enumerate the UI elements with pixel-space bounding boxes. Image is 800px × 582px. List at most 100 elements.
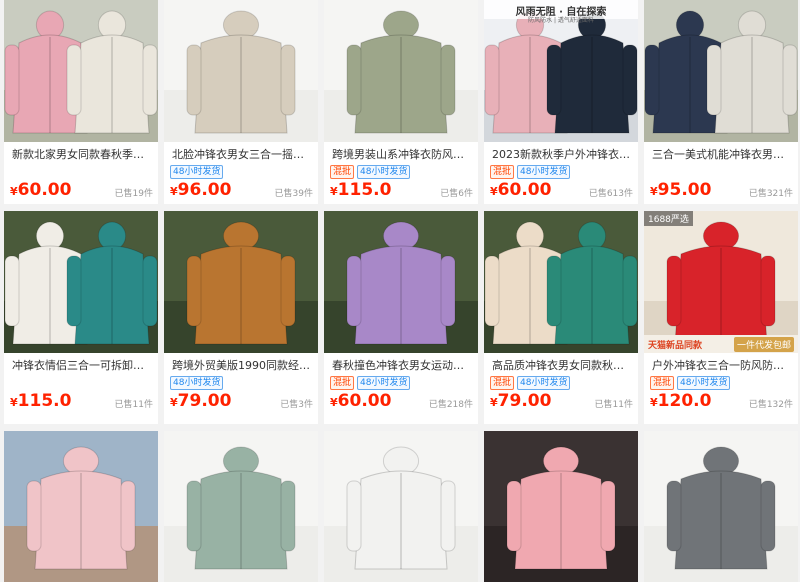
product-photo: [644, 211, 798, 353]
product-image[interactable]: 1688严选 天猫新品同款 一件代发包邮: [644, 211, 798, 353]
currency-symbol: ¥: [490, 185, 498, 198]
ship-48h-tag: 48小时发货: [517, 165, 571, 179]
product-card[interactable]: 风雨无阻 · 自在探索防风防水 | 透气舒适面料 2023新款秋季户外冲锋衣单冲.…: [484, 0, 638, 204]
ship-48h-tag: 48小时发货: [357, 376, 411, 390]
product-image[interactable]: 风雨无阻 · 自在探索 防风防水 | 透气舒适面料: [484, 0, 638, 142]
product-card[interactable]: 北脸冲锋衣男女三合一摇粒绒... 48小时发货 ¥96.00 已售39件: [164, 0, 318, 204]
mixed-batch-tag: 混批: [490, 165, 515, 179]
product-image[interactable]: [484, 431, 638, 582]
product-tags: 混批 48小时发货: [330, 376, 411, 390]
mixed-batch-tag: 混批: [330, 376, 355, 390]
product-photo: [324, 211, 478, 353]
ship-48h-tag: 48小时发货: [677, 376, 731, 390]
product-image[interactable]: [644, 431, 798, 582]
sold-count: 已售11件: [114, 400, 153, 410]
product-card[interactable]: 春秋撞色冲锋衣男女运动户外... 混批 48小时发货 ¥60.00 已售218件: [324, 211, 478, 424]
ship-48h-tag: 48小时发货: [170, 165, 224, 179]
product-title[interactable]: 新款北家男女同款春秋季新款...: [12, 148, 154, 162]
product-card[interactable]: [484, 431, 638, 582]
product-image[interactable]: [324, 211, 478, 353]
product-card[interactable]: [644, 431, 798, 582]
product-tags: 48小时发货: [170, 165, 224, 179]
product-price: ¥79.00: [490, 391, 551, 411]
image-subslogan: 防风防水 | 透气舒适面料: [528, 17, 594, 24]
product-title[interactable]: 高品质冲锋衣男女同款秋冬季...: [492, 359, 634, 373]
product-image[interactable]: [324, 0, 478, 142]
ship-48h-tag: 48小时发货: [517, 376, 571, 390]
product-photo: [644, 0, 798, 142]
product-image[interactable]: [484, 211, 638, 353]
product-photo: [164, 0, 318, 142]
product-photo: [484, 431, 638, 582]
product-image[interactable]: [164, 211, 318, 353]
price-value: 115.0: [337, 180, 392, 200]
product-title[interactable]: 北脸冲锋衣男女三合一摇粒绒...: [172, 148, 314, 162]
currency-symbol: ¥: [330, 396, 338, 409]
ship-48h-tag: 48小时发货: [357, 165, 411, 179]
currency-symbol: ¥: [650, 396, 658, 409]
product-image[interactable]: [4, 431, 158, 582]
product-image[interactable]: [644, 0, 798, 142]
currency-symbol: ¥: [10, 396, 18, 409]
product-image[interactable]: [4, 211, 158, 353]
product-title[interactable]: 跨境男装山系冲锋衣防风防水...: [332, 148, 474, 162]
product-card[interactable]: 冲锋衣情侣三合一可拆卸抓绒... ¥115.0 已售11件: [4, 211, 158, 424]
price-value: 95.00: [657, 180, 712, 200]
sold-count: 已售19件: [114, 189, 153, 199]
product-title[interactable]: 春秋撞色冲锋衣男女运动户外...: [332, 359, 474, 373]
product-photo: [324, 431, 478, 582]
product-price: ¥120.0: [650, 391, 711, 411]
product-card[interactable]: [164, 431, 318, 582]
product-image[interactable]: [164, 0, 318, 142]
product-grid: 新款北家男女同款春秋季新款... ¥60.00 已售19件 北脸冲锋衣男女三合一摇粒…: [0, 0, 800, 582]
product-card[interactable]: 1688严选 天猫新品同款 一件代发包邮 户外冲锋衣三合一防风防水防... 混批 4…: [644, 211, 798, 424]
currency-symbol: ¥: [170, 185, 178, 198]
badge-1688: 1688严选: [644, 211, 693, 226]
product-photo: [4, 211, 158, 353]
product-photo: [164, 431, 318, 582]
sold-count: 已售321件: [748, 189, 793, 199]
sold-count: 已售11件: [594, 400, 633, 410]
product-card[interactable]: 高品质冲锋衣男女同款秋冬季... 混批 48小时发货 ¥79.00 已售11件: [484, 211, 638, 424]
product-card[interactable]: 跨境男装山系冲锋衣防风防水... 混批 48小时发货 ¥115.0 已售6件: [324, 0, 478, 204]
product-price: ¥115.0: [10, 391, 71, 411]
mixed-batch-tag: 混批: [490, 376, 515, 390]
product-title[interactable]: 三合一美式机能冲锋衣男女套男...: [652, 148, 794, 162]
product-card[interactable]: 跨境外贸美版1990同款经典冲... 48小时发货¥79.00 已售3件: [164, 211, 318, 424]
product-photo: [484, 211, 638, 353]
price-value: 120.0: [657, 391, 712, 411]
sold-count: 已售6件: [440, 189, 473, 199]
product-image[interactable]: [164, 431, 318, 582]
sold-count: 已售39件: [274, 189, 313, 199]
product-title[interactable]: 跨境外贸美版1990同款经典冲...: [172, 359, 314, 373]
product-price: ¥60.00: [330, 391, 391, 411]
product-image[interactable]: [4, 0, 158, 142]
product-price: ¥60.00: [10, 180, 71, 200]
sold-count: 已售3件: [280, 400, 313, 410]
product-price: ¥95.00: [650, 180, 711, 200]
product-price: ¥79.00: [170, 391, 231, 411]
product-card[interactable]: [324, 431, 478, 582]
product-photo: [324, 0, 478, 142]
product-tags: 混批 48小时发货: [490, 376, 571, 390]
product-title[interactable]: 2023新款秋季户外冲锋衣单冲...: [492, 148, 634, 162]
product-image[interactable]: [324, 431, 478, 582]
mixed-batch-tag: 混批: [330, 165, 355, 179]
product-price: ¥60.00: [490, 180, 551, 200]
product-photo: [4, 431, 158, 582]
sold-count: 已售613件: [588, 189, 633, 199]
product-tags: 48小时发货: [170, 376, 224, 390]
product-tags: 混批 48小时发货: [650, 376, 731, 390]
product-photo: [4, 0, 158, 142]
currency-symbol: ¥: [10, 185, 18, 198]
product-card[interactable]: 新款北家男女同款春秋季新款... ¥60.00 已售19件: [4, 0, 158, 204]
currency-symbol: ¥: [490, 396, 498, 409]
product-title[interactable]: 冲锋衣情侣三合一可拆卸抓绒...: [12, 359, 154, 373]
product-title[interactable]: 户外冲锋衣三合一防风防水防...: [652, 359, 794, 373]
product-card[interactable]: 三合一美式机能冲锋衣男女套男... ¥95.00 已售321件: [644, 0, 798, 204]
product-photo: [644, 431, 798, 582]
price-value: 79.00: [177, 391, 232, 411]
product-tags: 混批 48小时发货: [330, 165, 411, 179]
banner-right-text: 一件代发包邮: [733, 336, 794, 352]
product-card[interactable]: [4, 431, 158, 582]
